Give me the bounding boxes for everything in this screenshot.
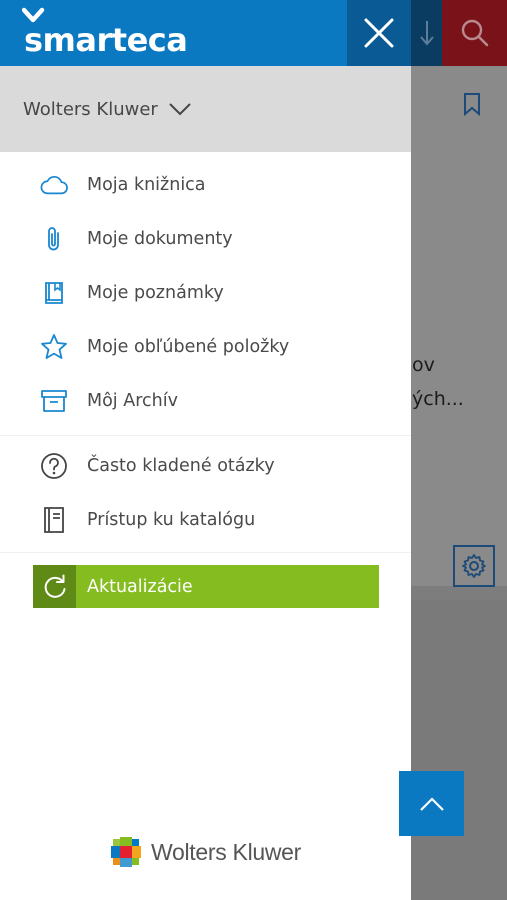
close-button[interactable]	[347, 0, 411, 66]
wolters-kluwer-logo-icon	[111, 837, 141, 867]
menu-item-my-documents[interactable]: Moje dokumenty	[0, 212, 411, 266]
menu-divider	[0, 552, 411, 553]
menu-item-label: Prístup ku katalógu	[87, 510, 256, 530]
updates-button[interactable]: Aktualizácie	[33, 565, 379, 608]
gear-icon	[462, 554, 486, 578]
background-text-line-2: ých...	[412, 388, 464, 410]
menu-item-label: Moje obľúbené položky	[87, 337, 290, 357]
close-icon	[364, 18, 394, 48]
catalog-icon	[40, 506, 68, 534]
menu-item-label: Často kladené otázky	[87, 456, 275, 476]
organization-selector[interactable]: Wolters Kluwer	[0, 66, 411, 152]
archive-icon	[40, 387, 68, 415]
background-text-line-1: ov	[412, 354, 435, 376]
secondary-menu: Často kladené otázky Prístup ku katalógu	[0, 439, 411, 547]
primary-menu: Moja knižnica Moje dokumenty Moje poznám…	[0, 158, 411, 428]
star-icon	[40, 333, 68, 361]
chevron-up-icon	[419, 796, 444, 811]
cloud-icon	[40, 171, 68, 199]
notebook-icon	[40, 279, 68, 307]
refresh-icon	[33, 565, 76, 608]
organization-label: Wolters Kluwer	[23, 98, 158, 120]
settings-button[interactable]	[453, 545, 495, 587]
scroll-to-top-button[interactable]	[399, 771, 464, 836]
wolters-kluwer-brand: Wolters Kluwer	[110, 836, 301, 868]
updates-label: Aktualizácie	[87, 576, 193, 597]
search-button[interactable]	[442, 0, 507, 66]
menu-item-label: Moje poznámky	[87, 283, 224, 303]
paperclip-icon	[40, 225, 68, 253]
download-icon[interactable]	[412, 0, 442, 66]
drawer-header: smarteca	[0, 0, 411, 66]
menu-item-label: Moja knižnica	[87, 175, 206, 195]
menu-divider	[0, 435, 411, 436]
chevron-down-icon	[168, 102, 192, 116]
menu-item-faq[interactable]: Často kladené otázky	[0, 439, 411, 493]
bookmark-icon[interactable]	[462, 92, 482, 120]
menu-item-my-notes[interactable]: Moje poznámky	[0, 266, 411, 320]
navigation-drawer: smarteca Wolters Kluwer Moja knižnica Mo…	[0, 0, 411, 900]
menu-item-my-favorites[interactable]: Moje obľúbené položky	[0, 320, 411, 374]
brand-name: Wolters Kluwer	[151, 838, 302, 865]
logo-mark-icon	[22, 7, 45, 23]
menu-item-my-archive[interactable]: Môj Archív	[0, 374, 411, 428]
help-icon	[40, 452, 68, 480]
menu-item-label: Moje dokumenty	[87, 229, 233, 249]
menu-item-my-library[interactable]: Moja knižnica	[0, 158, 411, 212]
smarteca-logo: smarteca	[22, 7, 188, 56]
menu-item-catalog[interactable]: Prístup ku katalógu	[0, 493, 411, 547]
menu-item-label: Môj Archív	[87, 391, 178, 411]
search-icon	[461, 19, 488, 47]
